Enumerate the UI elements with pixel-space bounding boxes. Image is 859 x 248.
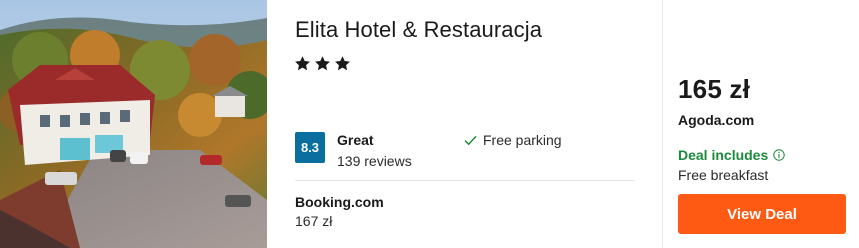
rating-score-badge[interactable]: 8.3 bbox=[295, 132, 325, 163]
hotel-name[interactable]: Elita Hotel & Restauracja bbox=[295, 17, 542, 43]
hotel-result-card: Elita Hotel & Restauracja 8.3 Great 139 … bbox=[0, 0, 859, 248]
hotel-info: Elita Hotel & Restauracja 8.3 Great 139 … bbox=[267, 0, 662, 248]
amenity-free-parking: Free parking bbox=[464, 132, 562, 148]
alt-offer-price[interactable]: 167 zł bbox=[295, 213, 332, 229]
amenity-label: Free parking bbox=[483, 132, 562, 148]
check-icon bbox=[464, 134, 477, 147]
info-icon[interactable] bbox=[773, 149, 785, 161]
deal-provider[interactable]: Agoda.com bbox=[678, 112, 754, 128]
star-icon bbox=[334, 55, 351, 72]
star-icon bbox=[314, 55, 331, 72]
hotel-photo[interactable] bbox=[0, 0, 267, 248]
deal-panel: 165 zł Agoda.com Deal includes Free brea… bbox=[662, 0, 859, 248]
review-count[interactable]: 139 reviews bbox=[337, 153, 412, 169]
divider bbox=[295, 180, 635, 181]
alt-offer-provider[interactable]: Booking.com bbox=[295, 194, 384, 210]
view-deal-button[interactable]: View Deal bbox=[678, 194, 846, 234]
deal-includes-label: Deal includes bbox=[678, 147, 769, 163]
rating-row: 8.3 Great 139 reviews Free parking bbox=[295, 130, 635, 170]
deal-price[interactable]: 165 zł bbox=[678, 74, 750, 105]
deal-perk: Free breakfast bbox=[678, 167, 769, 183]
deal-includes[interactable]: Deal includes bbox=[678, 147, 785, 163]
hotel-photo-image bbox=[0, 0, 267, 248]
star-rating bbox=[294, 55, 351, 72]
rating-label: Great bbox=[337, 132, 374, 148]
star-icon bbox=[294, 55, 311, 72]
